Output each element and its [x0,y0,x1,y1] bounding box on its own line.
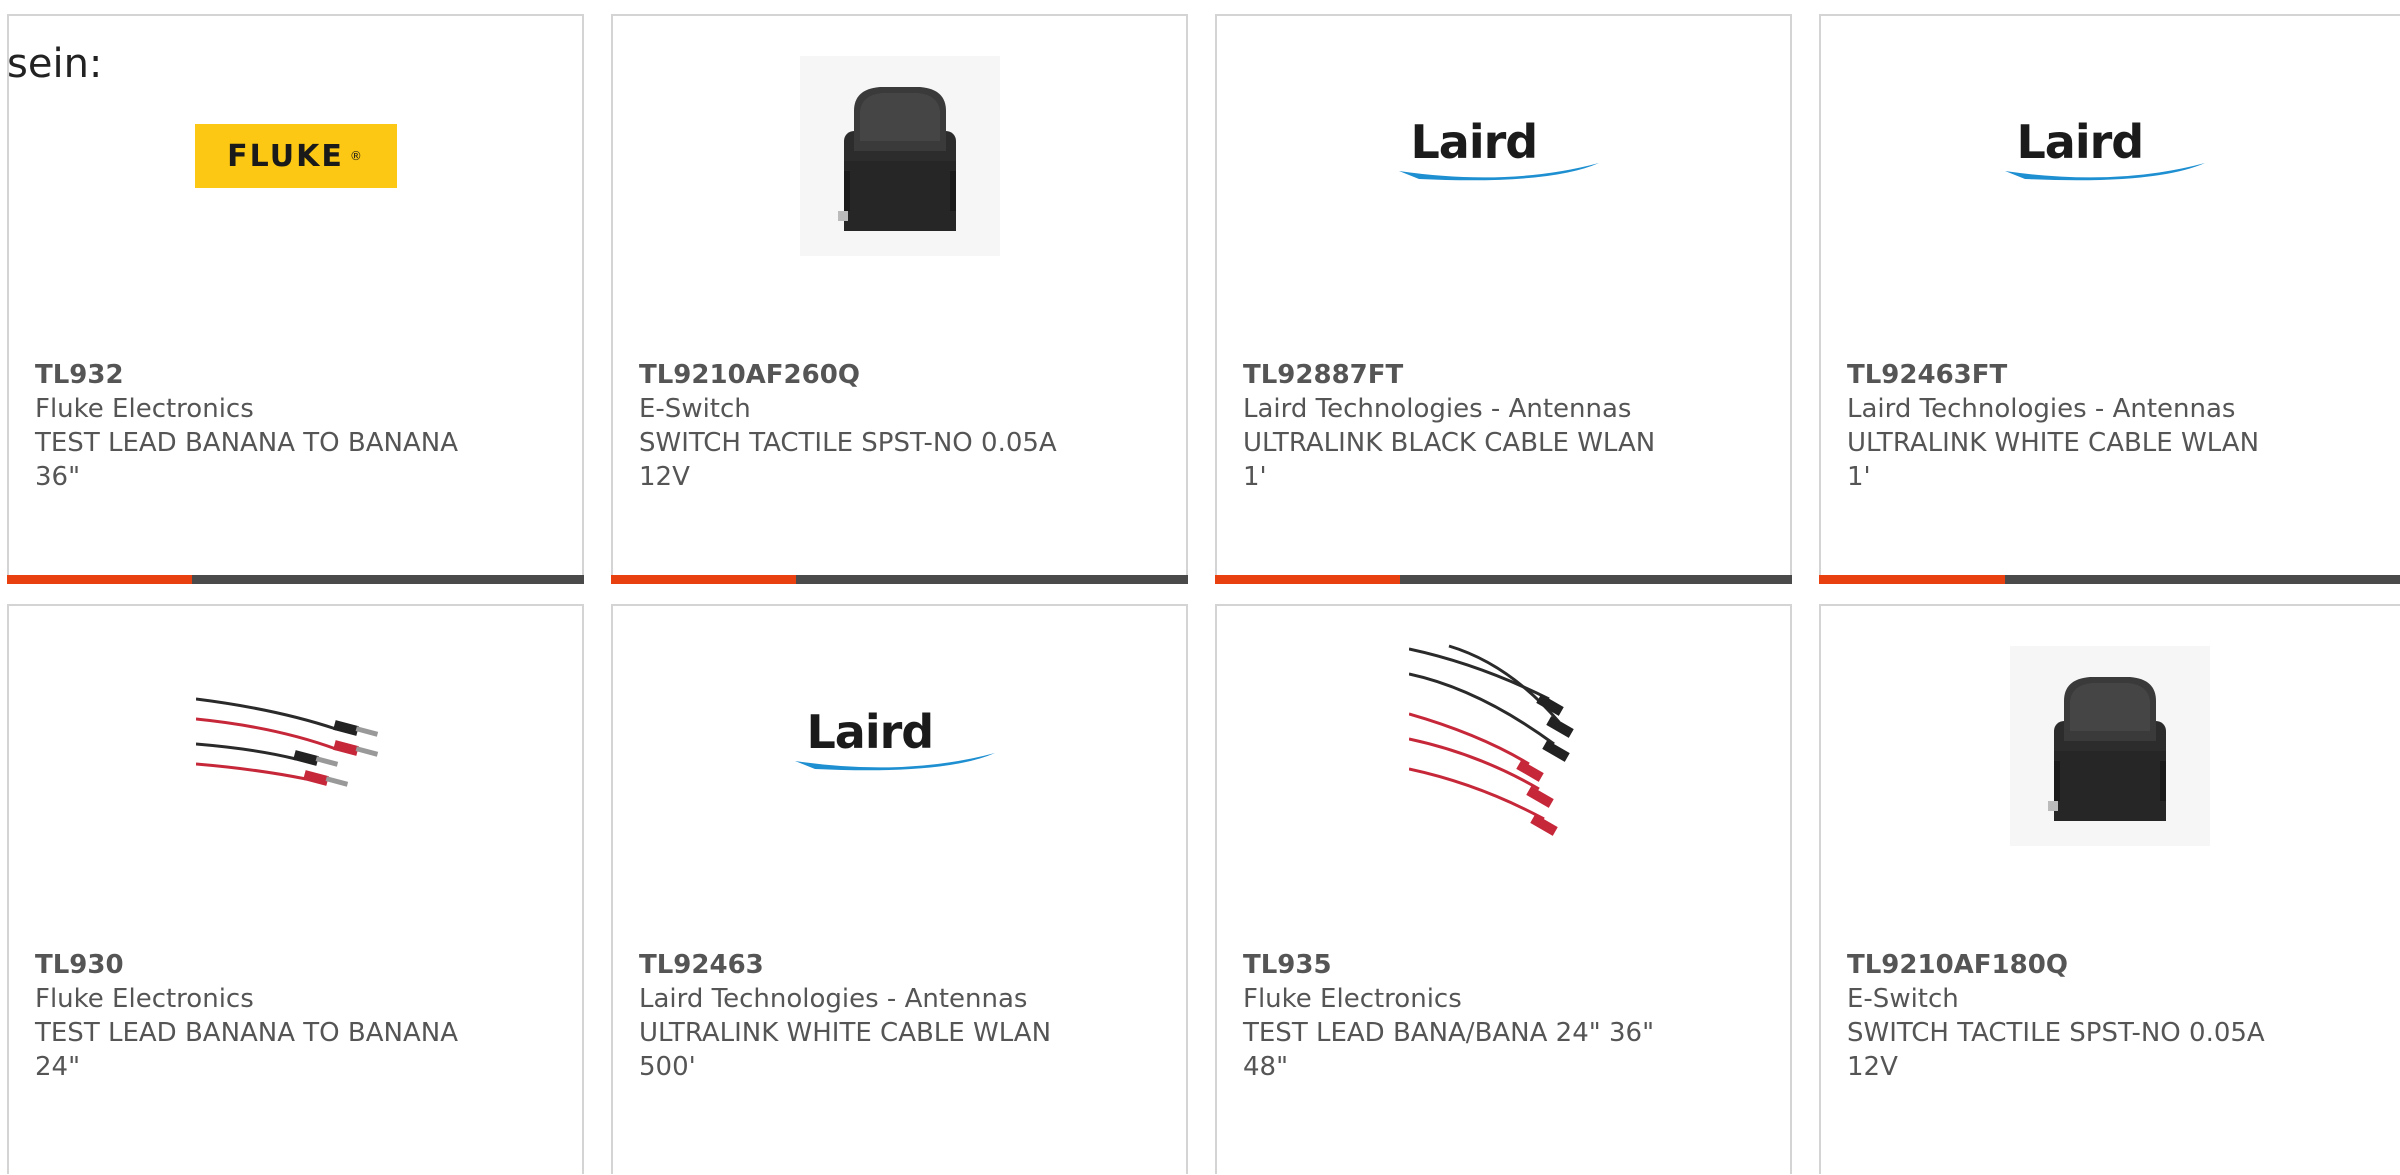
manufacturer: Fluke Electronics [1243,984,1462,1014]
laird-logo: Laird [2004,115,2215,195]
product-card[interactable]: TL9210AF260Q E-Switch SWITCH TACTILE SPS… [611,14,1188,584]
product-info: TL92463FT Laird Technologies - Antennas … [1847,358,2307,494]
product-card[interactable]: TL9210AF180Q E-Switch SWITCH TACTILE SPS… [1819,604,2400,1174]
description-line: 12V [639,462,690,492]
card-progress-bar [611,575,1188,584]
description-line: TEST LEAD BANANA TO BANANA [35,1018,459,1048]
manufacturer: Laird Technologies - Antennas [1847,394,2236,424]
manufacturer: Fluke Electronics [35,984,254,1014]
intro-text: sein: [7,41,103,87]
tactile-switch-image [799,56,1000,256]
description-line: 48" [1243,1052,1289,1082]
description-line: ULTRALINK BLACK CABLE WLAN [1243,428,1656,458]
fluke-logo: FLUKE ® [194,124,397,188]
manufacturer: Laird Technologies - Antennas [1243,394,1632,424]
manufacturer: E-Switch [639,394,751,424]
registered-mark: ® [349,149,364,163]
description-line: 24" [35,1052,81,1082]
product-info: TL935 Fluke Electronics TEST LEAD BANA/B… [1243,948,1703,1084]
logo-text: Laird [1410,115,1539,169]
product-card[interactable]: TL930 Fluke Electronics TEST LEAD BANANA… [7,604,584,1174]
product-card[interactable]: Laird TL92887FT Laird Technologies - Ant… [1215,14,1792,584]
product-image [1821,636,2398,926]
part-number[interactable]: TL9210AF180Q [1847,948,2307,982]
description-line: 12V [1847,1052,1898,1082]
card-progress-bar [1819,575,2400,584]
card-progress-bar [1215,575,1792,584]
description-line: SWITCH TACTILE SPST-NO 0.05A [1847,1018,2265,1048]
product-image [613,46,1186,336]
manufacturer: E-Switch [1847,984,1959,1014]
card-progress-accent [7,575,192,584]
part-number[interactable]: TL9210AF260Q [639,358,1099,392]
product-image: Laird [1217,46,1790,336]
product-card[interactable]: FLUKE ® TL932 Fluke Electronics TEST LEAD… [7,14,584,584]
card-progress-accent [611,575,796,584]
description-line: SWITCH TACTILE SPST-NO 0.05A [639,428,1057,458]
product-info: TL932 Fluke Electronics TEST LEAD BANANA… [35,358,495,494]
description-line: TEST LEAD BANA/BANA 24" 36" [1243,1018,1655,1048]
test-leads-image [195,689,396,803]
part-number[interactable]: TL92463FT [1847,358,2307,392]
product-grid: FLUKE ® TL932 Fluke Electronics TEST LEAD… [7,14,2400,1175]
manufacturer: Fluke Electronics [35,394,254,424]
product-image: Laird [1821,46,2398,336]
description-line: 36" [35,462,81,492]
card-progress-accent [1215,575,1400,584]
product-card[interactable]: TL935 Fluke Electronics TEST LEAD BANA/B… [1215,604,1792,1174]
laird-logo: Laird [794,705,1005,785]
product-info: TL92887FT Laird Technologies - Antennas … [1243,358,1703,494]
product-info: TL9210AF260Q E-Switch SWITCH TACTILE SPS… [639,358,1099,494]
product-image [9,636,582,926]
product-card[interactable]: Laird TL92463FT Laird Technologies - Ant… [1819,14,2400,584]
card-progress-accent [1819,575,2005,584]
description-line: ULTRALINK WHITE CABLE WLAN [1847,428,2260,458]
card-progress-bar [7,575,584,584]
logo-text: FLUKE [227,138,344,174]
part-number[interactable]: TL932 [35,358,495,392]
test-leads-set-image [1408,644,1599,848]
part-number[interactable]: TL930 [35,948,495,982]
product-image: FLUKE ® [9,46,582,336]
description-line: 500' [639,1052,696,1082]
description-line: ULTRALINK WHITE CABLE WLAN [639,1018,1052,1048]
product-image [1217,636,1790,926]
tactile-switch-image [2009,646,2210,846]
product-info: TL92463 Laird Technologies - Antennas UL… [639,948,1099,1084]
part-number[interactable]: TL92887FT [1243,358,1703,392]
product-info: TL9210AF180Q E-Switch SWITCH TACTILE SPS… [1847,948,2307,1084]
description-line: 1' [1243,462,1267,492]
description-line: TEST LEAD BANANA TO BANANA [35,428,459,458]
product-card[interactable]: Laird TL92463 Laird Technologies - Anten… [611,604,1188,1174]
part-number[interactable]: TL92463 [639,948,1099,982]
description-line: 1' [1847,462,1871,492]
part-number[interactable]: TL935 [1243,948,1703,982]
logo-text: Laird [806,705,935,759]
logo-text: Laird [2016,115,2145,169]
laird-logo: Laird [1398,115,1609,195]
product-image: Laird [613,636,1186,926]
manufacturer: Laird Technologies - Antennas [639,984,1028,1014]
product-info: TL930 Fluke Electronics TEST LEAD BANANA… [35,948,495,1084]
